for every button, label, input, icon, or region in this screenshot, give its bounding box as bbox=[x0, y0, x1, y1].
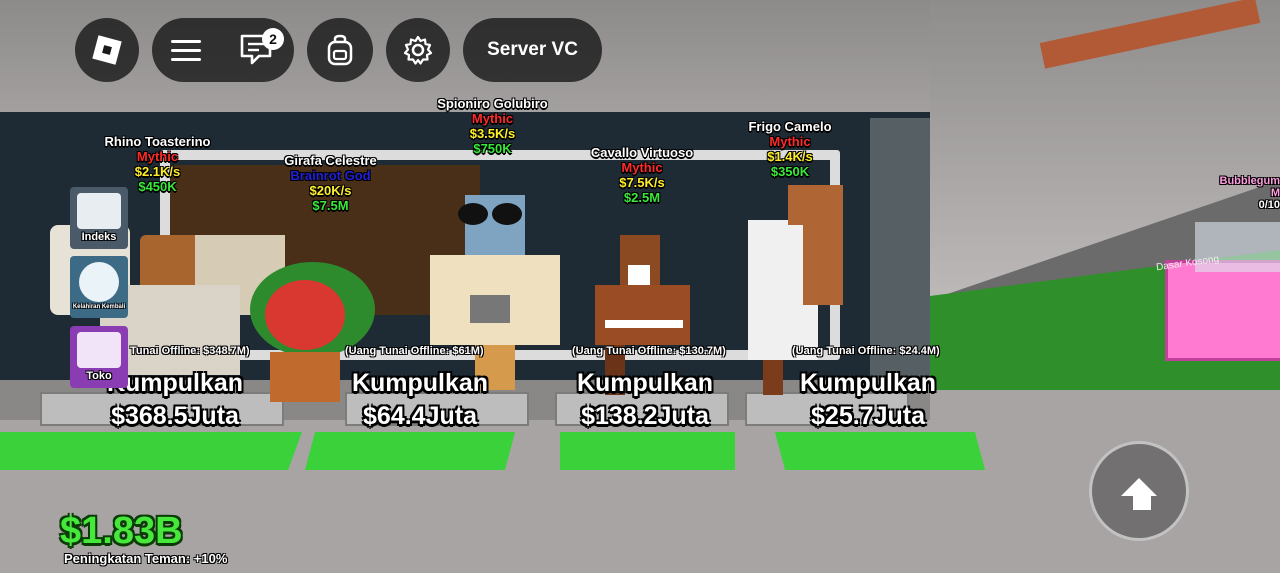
pet-label: Spioniro Golubiro Mythic $3.5K/s $750K bbox=[415, 96, 570, 156]
pet-price: $7.5M bbox=[312, 198, 349, 213]
pet-label: Cavallo Virtuoso Mythic $7.5K/s $2.5M bbox=[567, 145, 717, 205]
pet-rate: $2.1K/s bbox=[134, 164, 181, 179]
collect-amount: $64.4Juta bbox=[363, 402, 477, 430]
index-label: Indeks bbox=[81, 231, 117, 243]
remote-pet-count: 0/10 bbox=[1258, 199, 1280, 211]
rebirth-button[interactable]: Kelahiran Kembali bbox=[70, 256, 128, 318]
book-icon bbox=[77, 193, 121, 229]
settings-button[interactable] bbox=[386, 18, 450, 82]
money-display: $1.83B bbox=[60, 510, 183, 552]
pet-rarity: Mythic bbox=[769, 134, 811, 149]
pet-name: Frigo Camelo bbox=[748, 119, 832, 134]
shop-button[interactable]: Toko bbox=[70, 326, 128, 388]
collect-title: Kumpulkan bbox=[799, 369, 937, 397]
collect-amount: $25.7Juta bbox=[811, 402, 925, 430]
pet-label: Frigo Camelo Mythic $1.4K/s $350K bbox=[725, 119, 855, 179]
server-vc-button[interactable]: Server VC bbox=[463, 18, 602, 82]
offline-cash: (Uang Tunai Offline: $130.7M) bbox=[572, 345, 726, 357]
shop-icon bbox=[77, 332, 121, 368]
game-viewport[interactable]: Rhino Toasterino Mythic $2.1K/s $450K Gi… bbox=[0, 0, 1280, 573]
collect-label[interactable]: Kumpulkan $25.7Juta bbox=[788, 367, 948, 433]
backpack-icon bbox=[327, 34, 353, 66]
remote-pet-label: Bubblegum M 0/10 bbox=[1214, 175, 1280, 211]
offline-cash: Tunai Offline: $348.7M) bbox=[130, 345, 250, 357]
pet-rarity: Mythic bbox=[621, 160, 663, 175]
pet-rarity: Brainrot God bbox=[290, 168, 371, 183]
roblox-logo-icon bbox=[92, 35, 122, 65]
remote-pet-name: Bubblegum M bbox=[1219, 175, 1280, 199]
pet-name: Rhino Toasterino bbox=[104, 134, 211, 149]
pet-rarity: Mythic bbox=[136, 149, 179, 164]
offline-cash: (Uang Tunai Offline: $61M) bbox=[345, 345, 484, 357]
pet-rarity: Mythic bbox=[471, 111, 514, 126]
pet-rate: $1.4K/s bbox=[767, 149, 813, 164]
pet-rate: $3.5K/s bbox=[469, 126, 516, 141]
base-side-wall bbox=[870, 118, 930, 408]
collect-pad[interactable] bbox=[18, 432, 302, 470]
pet-price: $2.5M bbox=[623, 190, 661, 205]
pet-price: $750K bbox=[473, 141, 512, 156]
pet-name: Girafa Celestre bbox=[284, 153, 377, 168]
collect-pad[interactable] bbox=[560, 432, 735, 470]
pet-name: Cavallo Virtuoso bbox=[590, 145, 694, 160]
offline-cash: (Uang Tunai Offline: $24.4M) bbox=[792, 345, 940, 357]
pet-rate: $20K/s bbox=[309, 183, 352, 198]
collect-amount: $368.5Juta bbox=[111, 402, 239, 430]
frigo-camelo-model[interactable] bbox=[748, 185, 858, 395]
jump-button[interactable] bbox=[1089, 441, 1189, 541]
pet-price: $350K bbox=[770, 164, 810, 179]
collect-title: Kumpulkan bbox=[576, 369, 714, 397]
pet-label: Girafa Celestre Brainrot God $20K/s $7.5… bbox=[258, 153, 403, 213]
collect-pad[interactable] bbox=[304, 432, 516, 470]
chat-notification-badge: 2 bbox=[262, 28, 284, 50]
collect-label[interactable]: Kumpulkan $64.4Juta bbox=[340, 367, 500, 433]
roblox-menu-button[interactable] bbox=[75, 18, 139, 82]
collect-label[interactable]: Kumpulkan $138.2Juta bbox=[565, 367, 725, 433]
pet-label: Rhino Toasterino Mythic $2.1K/s $450K bbox=[80, 134, 235, 194]
collect-amount: $138.2Juta bbox=[581, 402, 709, 430]
gear-icon bbox=[403, 35, 433, 65]
pet-name: Spioniro Golubiro bbox=[437, 96, 548, 111]
backpack-button[interactable] bbox=[307, 18, 373, 82]
hamburger-menu-icon[interactable] bbox=[171, 34, 201, 67]
collect-pad[interactable] bbox=[774, 432, 986, 470]
refresh-icon bbox=[79, 262, 119, 302]
pet-rate: $7.5K/s bbox=[619, 175, 665, 190]
arrow-stem bbox=[1133, 496, 1151, 510]
shop-label: Toko bbox=[86, 370, 112, 382]
rebirth-label: Kelahiran Kembali bbox=[72, 304, 126, 310]
friend-boost-text: Peningkatan Teman: +10% bbox=[64, 551, 228, 566]
index-button[interactable]: Indeks bbox=[70, 187, 128, 249]
spioniro-golubiro-model[interactable] bbox=[420, 195, 570, 395]
arrow-up-icon bbox=[1121, 478, 1157, 496]
collect-title: Kumpulkan bbox=[351, 369, 489, 397]
pink-machine bbox=[1165, 260, 1280, 361]
